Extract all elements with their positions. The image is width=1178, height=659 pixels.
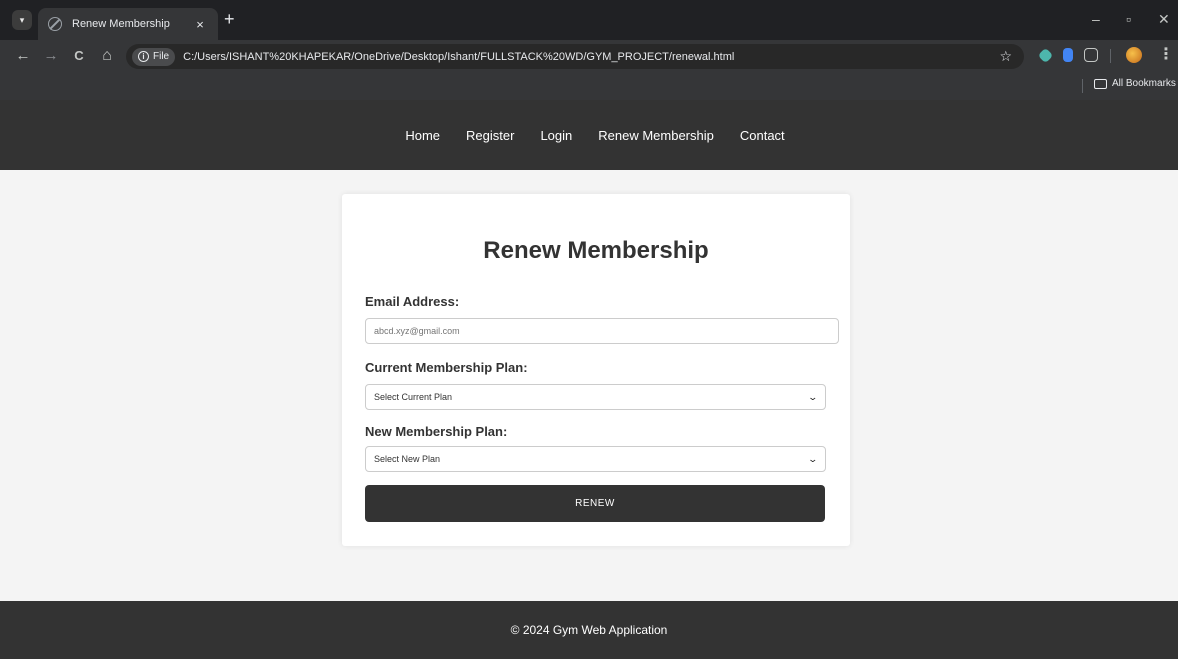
new-plan-select[interactable]: Select New Plan ⌄ bbox=[365, 446, 826, 472]
site-info-chip[interactable]: i File bbox=[132, 47, 176, 66]
bookmarks-bar: All Bookmarks bbox=[0, 72, 1178, 100]
nav-link-login[interactable]: Login bbox=[540, 128, 572, 143]
tab-close-icon[interactable]: × bbox=[192, 17, 208, 32]
menu-icon[interactable]: ⋮ bbox=[1158, 46, 1174, 64]
favicon-icon bbox=[48, 17, 62, 31]
extension-2-icon[interactable] bbox=[1063, 48, 1073, 62]
new-plan-value: Select New Plan bbox=[374, 454, 441, 464]
nav-link-renew-membership[interactable]: Renew Membership bbox=[598, 128, 714, 143]
new-tab-icon[interactable]: + bbox=[224, 10, 235, 28]
browser-toolbar: ← → C ⌂ i File C:/Users/ISHANT%20KHAPEKA… bbox=[0, 40, 1178, 72]
new-plan-label: New Membership Plan: bbox=[365, 424, 508, 439]
tab-title: Renew Membership bbox=[72, 18, 170, 30]
renewal-form-card: Renew Membership Email Address: Current … bbox=[342, 194, 850, 546]
forward-icon[interactable]: → bbox=[42, 47, 60, 65]
extension-1-icon[interactable] bbox=[1037, 47, 1054, 64]
chevron-down-icon: ⌄ bbox=[807, 453, 819, 464]
browser-tab[interactable]: Renew Membership × bbox=[38, 8, 218, 40]
all-bookmarks-button[interactable]: All Bookmarks bbox=[1094, 78, 1176, 89]
renew-button[interactable]: RENEW bbox=[365, 485, 825, 522]
nav-link-register[interactable]: Register bbox=[466, 128, 514, 143]
email-input[interactable] bbox=[365, 318, 839, 344]
toolbar-divider bbox=[1110, 49, 1111, 63]
extensions-icon[interactable] bbox=[1084, 48, 1098, 62]
site-header: Home Register Login Renew Membership Con… bbox=[0, 100, 1178, 170]
close-window-icon[interactable]: ✕ bbox=[1158, 10, 1170, 28]
bookmarks-divider bbox=[1082, 79, 1083, 93]
browser-tab-strip: ▾ Renew Membership × + – ▫ ✕ bbox=[0, 0, 1178, 40]
chevron-down-icon: ⌄ bbox=[807, 391, 819, 402]
current-plan-label: Current Membership Plan: bbox=[365, 360, 528, 375]
nav-link-home[interactable]: Home bbox=[405, 128, 440, 143]
home-icon[interactable]: ⌂ bbox=[98, 47, 116, 65]
back-icon[interactable]: ← bbox=[14, 47, 32, 65]
form-title: Renew Membership bbox=[483, 237, 709, 264]
minimize-icon[interactable]: – bbox=[1092, 10, 1100, 28]
footer-copyright: © 2024 Gym Web Application bbox=[510, 623, 668, 637]
site-nav: Home Register Login Renew Membership Con… bbox=[405, 128, 784, 143]
all-bookmarks-label: All Bookmarks bbox=[1112, 78, 1176, 89]
folder-icon bbox=[1094, 78, 1107, 89]
current-plan-value: Select Current Plan bbox=[374, 392, 453, 402]
address-bar[interactable]: i File C:/Users/ISHANT%20KHAPEKAR/OneDri… bbox=[126, 44, 1024, 69]
profile-icon[interactable] bbox=[1126, 47, 1142, 63]
site-footer: © 2024 Gym Web Application bbox=[0, 601, 1178, 659]
restore-icon[interactable]: ▫ bbox=[1126, 10, 1131, 28]
current-plan-select[interactable]: Select Current Plan ⌄ bbox=[365, 384, 826, 410]
site-info-icon: i bbox=[138, 51, 149, 62]
scheme-label: File bbox=[153, 51, 170, 62]
url-text[interactable]: C:/Users/ISHANT%20KHAPEKAR/OneDrive/Desk… bbox=[183, 51, 734, 63]
nav-link-contact[interactable]: Contact bbox=[740, 128, 785, 143]
star-icon[interactable]: ☆ bbox=[999, 48, 1012, 65]
tab-search-icon[interactable]: ▾ bbox=[12, 10, 32, 30]
email-label: Email Address: bbox=[365, 294, 460, 309]
reload-icon[interactable]: C bbox=[70, 47, 88, 65]
